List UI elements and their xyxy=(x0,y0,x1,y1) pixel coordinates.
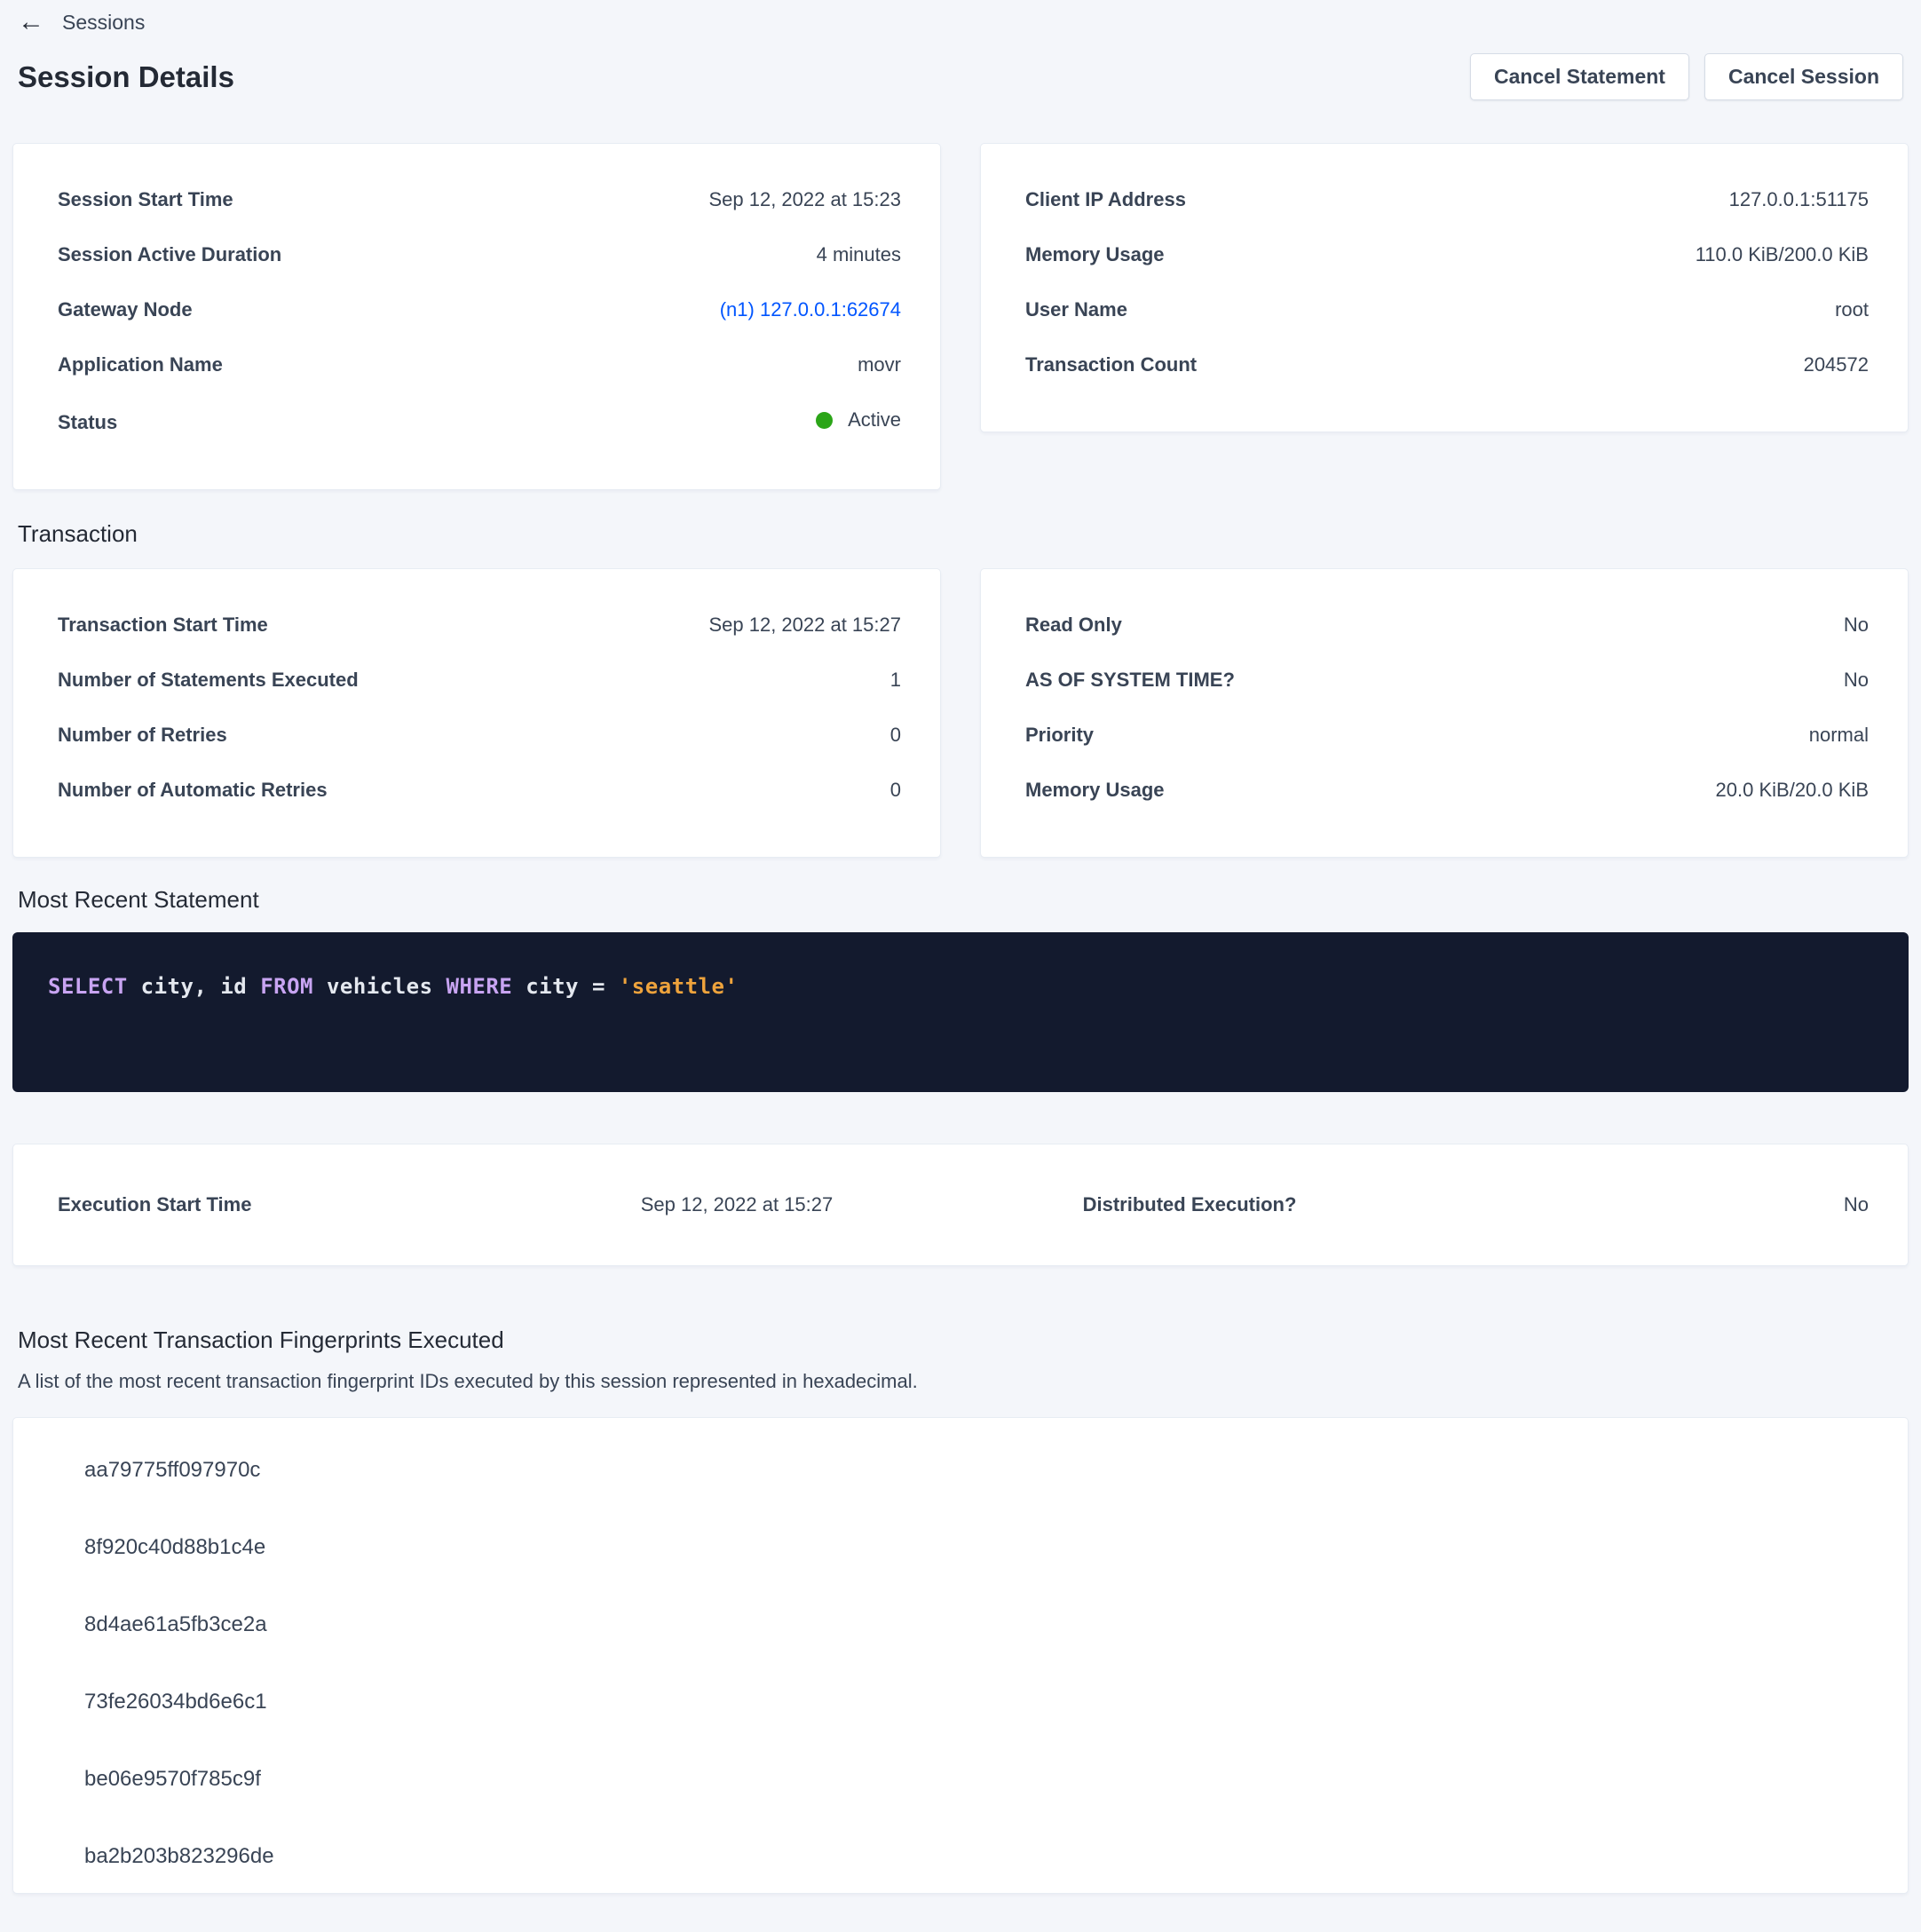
fingerprint-item: be06e9570f785c9f xyxy=(84,1766,1863,1793)
priority-value: normal xyxy=(1809,722,1869,748)
detail-row: Session Start Time Sep 12, 2022 at 15:23 xyxy=(58,186,901,213)
fingerprints-section-heading: Most Recent Transaction Fingerprints Exe… xyxy=(18,1325,1903,1355)
detail-label: Status xyxy=(58,409,144,436)
detail-label: Application Name xyxy=(58,352,249,378)
fingerprint-item: ba2b203b823296de xyxy=(84,1843,1863,1870)
detail-label: Memory Usage xyxy=(1025,777,1191,804)
detail-label: Transaction Count xyxy=(1025,352,1223,378)
sql-token-keyword: WHERE xyxy=(447,974,513,999)
fingerprint-item: 8f920c40d88b1c4e xyxy=(84,1534,1863,1561)
detail-row: Number of Retries 0 xyxy=(58,722,901,748)
detail-label: Session Start Time xyxy=(58,186,260,213)
cancel-statement-button[interactable]: Cancel Statement xyxy=(1470,53,1689,100)
detail-row: Number of Statements Executed 1 xyxy=(58,667,901,693)
transaction-count-value: 204572 xyxy=(1804,352,1869,378)
memory-usage-value: 110.0 KiB/200.0 KiB xyxy=(1696,242,1869,268)
detail-row: Memory Usage 20.0 KiB/20.0 KiB xyxy=(1025,777,1869,804)
sql-token-plain: city = xyxy=(512,974,619,999)
transaction-card-left: Transaction Start Time Sep 12, 2022 at 1… xyxy=(12,568,941,858)
session-overview-card-right: Client IP Address 127.0.0.1:51175 Memory… xyxy=(980,143,1909,432)
fingerprint-item: 8d4ae61a5fb3ce2a xyxy=(84,1611,1863,1638)
detail-row: Read Only No xyxy=(1025,612,1869,638)
status-text: Active xyxy=(848,407,901,433)
sql-token-keyword: FROM xyxy=(260,974,313,999)
detail-label: Number of Retries xyxy=(58,722,254,748)
detail-row: Gateway Node (n1) 127.0.0.1:62674 xyxy=(58,297,901,323)
sql-token-string: 'seattle' xyxy=(619,974,739,999)
detail-label: AS OF SYSTEM TIME? xyxy=(1025,667,1261,693)
client-ip-value: 127.0.0.1:51175 xyxy=(1729,186,1869,213)
detail-row: Transaction Count 204572 xyxy=(1025,352,1869,378)
status-badge: Active xyxy=(816,407,901,433)
detail-label: Transaction Start Time xyxy=(58,612,295,638)
detail-label: Number of Automatic Retries xyxy=(58,777,354,804)
transaction-section-heading: Transaction xyxy=(18,519,1903,549)
detail-row: Application Name movr xyxy=(58,352,901,378)
fingerprint-item: 73fe26034bd6e6c1 xyxy=(84,1689,1863,1715)
detail-row: Session Active Duration 4 minutes xyxy=(58,242,901,268)
detail-row: Transaction Start Time Sep 12, 2022 at 1… xyxy=(58,612,901,638)
detail-row: Status Active xyxy=(58,407,901,436)
page-header: Session Details Cancel Statement Cancel … xyxy=(12,53,1909,100)
statements-executed-value: 1 xyxy=(890,667,901,693)
execution-start-time-value: Sep 12, 2022 at 15:27 xyxy=(510,1192,963,1218)
retries-value: 0 xyxy=(890,722,901,748)
page-title: Session Details xyxy=(18,59,234,96)
session-active-duration-value: 4 minutes xyxy=(817,242,901,268)
gateway-node-link[interactable]: (n1) 127.0.0.1:62674 xyxy=(720,297,901,323)
fingerprint-list: aa79775ff097970c 8f920c40d88b1c4e 8d4ae61a… xyxy=(12,1417,1909,1894)
sql-statement: SELECT city, id FROM vehicles WHERE city… xyxy=(48,973,1873,1000)
detail-row: Memory Usage 110.0 KiB/200.0 KiB xyxy=(1025,242,1869,268)
detail-label: User Name xyxy=(1025,297,1154,323)
read-only-value: No xyxy=(1844,612,1869,638)
user-name-value: root xyxy=(1835,297,1869,323)
session-overview-section: Session Start Time Sep 12, 2022 at 15:23… xyxy=(12,143,1909,490)
detail-label: Priority xyxy=(1025,722,1120,748)
session-overview-card-left: Session Start Time Sep 12, 2022 at 15:23… xyxy=(12,143,941,490)
sql-token-plain: city, id xyxy=(128,974,261,999)
detail-label: Memory Usage xyxy=(1025,242,1191,268)
sql-statement-box: SELECT city, id FROM vehicles WHERE city… xyxy=(12,932,1909,1092)
transaction-start-time-value: Sep 12, 2022 at 15:27 xyxy=(708,612,901,638)
fingerprint-item: aa79775ff097970c xyxy=(84,1457,1863,1484)
automatic-retries-value: 0 xyxy=(890,777,901,804)
detail-row: AS OF SYSTEM TIME? No xyxy=(1025,667,1869,693)
detail-label: Client IP Address xyxy=(1025,186,1213,213)
statement-section-heading: Most Recent Statement xyxy=(18,884,1903,915)
statement-execution-card: Execution Start Time Sep 12, 2022 at 15:… xyxy=(12,1144,1909,1266)
transaction-card-right: Read Only No AS OF SYSTEM TIME? No Prior… xyxy=(980,568,1909,858)
detail-label: Gateway Node xyxy=(58,297,219,323)
detail-row: Number of Automatic Retries 0 xyxy=(58,777,901,804)
sql-token-keyword: SELECT xyxy=(48,974,128,999)
session-start-time-value: Sep 12, 2022 at 15:23 xyxy=(708,186,901,213)
application-name-value: movr xyxy=(858,352,901,378)
cancel-session-button[interactable]: Cancel Session xyxy=(1704,53,1903,100)
back-link-label: Sessions xyxy=(62,9,145,36)
transaction-section: Transaction Start Time Sep 12, 2022 at 1… xyxy=(12,568,1909,858)
detail-label: Read Only xyxy=(1025,612,1149,638)
active-status-dot-icon xyxy=(816,412,833,429)
arrow-left-icon: ← xyxy=(18,9,44,36)
detail-label: Session Active Duration xyxy=(58,242,308,268)
detail-row: User Name root xyxy=(1025,297,1869,323)
transaction-memory-usage-value: 20.0 KiB/20.0 KiB xyxy=(1716,777,1869,804)
fingerprints-description: A list of the most recent transaction fi… xyxy=(18,1369,1903,1394)
detail-row: Client IP Address 127.0.0.1:51175 xyxy=(1025,186,1869,213)
back-to-sessions-link[interactable]: ← Sessions xyxy=(12,7,150,37)
detail-label: Number of Statements Executed xyxy=(58,667,385,693)
header-actions: Cancel Statement Cancel Session xyxy=(1470,53,1903,100)
session-details-page: ← Sessions Session Details Cancel Statem… xyxy=(0,0,1921,1894)
distributed-execution-value: No xyxy=(1416,1192,1869,1218)
execution-start-time-label: Execution Start Time xyxy=(58,1192,510,1218)
sql-token-plain: vehicles xyxy=(313,974,447,999)
as-of-system-time-value: No xyxy=(1844,667,1869,693)
detail-row: Priority normal xyxy=(1025,722,1869,748)
distributed-execution-label: Distributed Execution? xyxy=(963,1192,1416,1218)
